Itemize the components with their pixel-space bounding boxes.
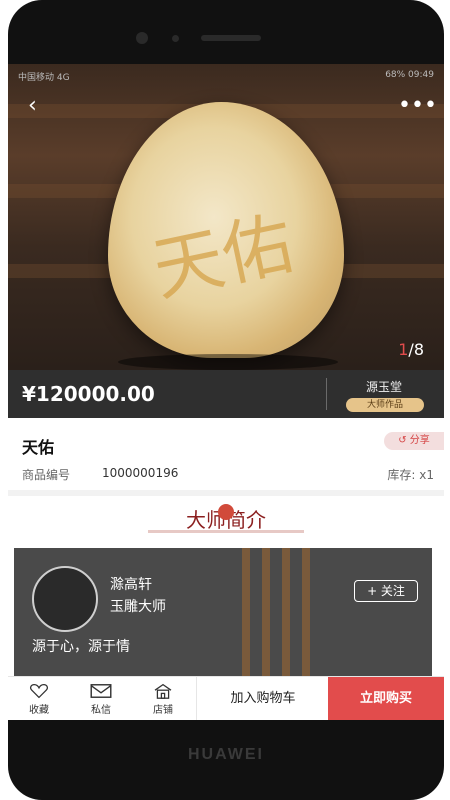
jade-carving-text: 天佑 xyxy=(146,202,300,312)
device-brand: HUAWEI xyxy=(188,746,264,763)
app-screen: 中国移动 4G 68% 09:49 ‹ ••• 天佑 1/8 ¥120000.0… xyxy=(8,64,444,720)
add-to-cart-button[interactable]: 加入购物车 xyxy=(196,677,329,720)
sku-label: 商品编号 xyxy=(22,468,71,482)
price-bar-divider xyxy=(326,378,327,410)
share-label: 分享 xyxy=(409,435,430,446)
phone-bezel-top xyxy=(8,0,444,64)
price-bar: ¥120000.00 源玉堂 大师作品 xyxy=(8,370,444,418)
status-left: 中国移动 4G xyxy=(18,73,70,83)
bottom-action-bar: 收藏 私信 店铺 加入购物车 立即购买 xyxy=(8,676,444,720)
earpiece-speaker xyxy=(201,35,261,41)
favorite-label: 收藏 xyxy=(29,705,49,716)
status-bar: 中国移动 4G 68% 09:49 xyxy=(18,70,434,84)
product-price: ¥120000.00 xyxy=(22,382,155,406)
buy-now-button[interactable]: 立即购买 xyxy=(328,677,444,720)
envelope-icon xyxy=(90,684,112,698)
jade-pendant-image: 天佑 xyxy=(108,102,344,358)
phone-bezel-bottom: HUAWEI xyxy=(8,720,444,800)
sku-value: 1000000196 xyxy=(102,466,179,480)
image-page-indicator: 1/8 xyxy=(398,340,424,359)
more-options-icon[interactable]: ••• xyxy=(398,94,437,118)
image-shadow xyxy=(118,354,338,370)
master-title: 玉雕大师 xyxy=(110,599,166,615)
back-icon[interactable]: ‹ xyxy=(28,94,52,118)
store-button[interactable]: 店铺 xyxy=(132,677,194,720)
share-button[interactable]: ↺ 分享 xyxy=(384,432,444,450)
stock-label: 库存: x1 xyxy=(387,468,434,482)
shop-badge: 大师作品 xyxy=(346,398,424,412)
message-button[interactable]: 私信 xyxy=(70,677,132,720)
sun-decoration-icon xyxy=(218,504,234,520)
front-camera xyxy=(136,32,148,44)
phone-frame: 中国移动 4G 68% 09:49 ‹ ••• 天佑 1/8 ¥120000.0… xyxy=(0,0,450,800)
favorite-button[interactable]: 收藏 xyxy=(8,677,70,720)
message-label: 私信 xyxy=(91,705,111,716)
section-separator xyxy=(8,490,444,496)
product-title: 天佑 xyxy=(22,438,55,457)
status-right: 68% 09:49 xyxy=(385,70,434,80)
proximity-sensor xyxy=(172,35,179,42)
store-label: 店铺 xyxy=(153,705,173,716)
master-intro-title: 大师简介 xyxy=(148,502,304,538)
product-image-gallery[interactable]: 中国移动 4G 68% 09:49 ‹ ••• 天佑 1/8 xyxy=(8,64,444,370)
master-name: 滁高轩 xyxy=(110,577,152,593)
heart-icon xyxy=(30,683,48,699)
store-icon xyxy=(154,683,172,699)
master-card[interactable]: 滁高轩 玉雕大师 + 关注 源于心，源于情 xyxy=(14,548,432,676)
master-motto: 源于心，源于情 xyxy=(32,639,130,655)
image-page-current: 1 xyxy=(398,340,409,359)
shop-name[interactable]: 源玉堂 xyxy=(334,378,434,395)
follow-button[interactable]: + 关注 xyxy=(354,580,418,602)
master-avatar[interactable] xyxy=(32,566,98,632)
background-fence-bar xyxy=(262,548,270,676)
background-fence-bar xyxy=(282,548,290,676)
background-fence-bar xyxy=(242,548,250,676)
wave-decoration xyxy=(148,530,304,533)
image-page-total: /8 xyxy=(408,340,424,359)
share-icon: ↺ xyxy=(398,435,410,446)
background-fence-bar xyxy=(302,548,310,676)
